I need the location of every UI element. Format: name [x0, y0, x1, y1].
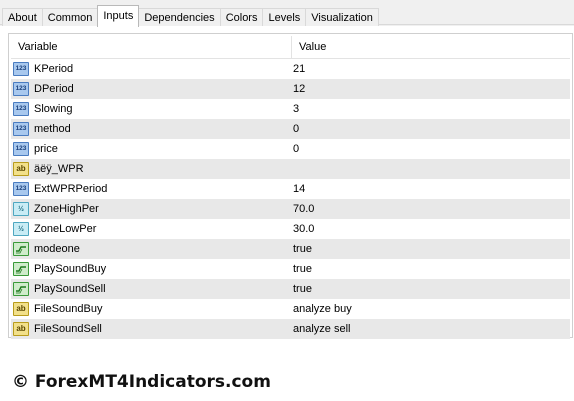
tab-bar: About Common Inputs Dependencies Colors Level… [0, 0, 574, 27]
value-cell[interactable]: true [292, 239, 570, 259]
double-icon: ½ [13, 222, 29, 236]
int-icon: 123 [13, 122, 29, 136]
value-cell[interactable]: 3 [292, 99, 570, 119]
string-icon: ab [13, 322, 29, 336]
variable-name: ZoneHighPer [34, 203, 99, 215]
int-icon: 123 [13, 102, 29, 116]
int-icon: 123 [13, 142, 29, 156]
value-cell[interactable]: 21 [292, 59, 570, 79]
variable-cell: ab FileSoundSell [11, 319, 292, 339]
variable-name: FileSoundBuy [34, 303, 103, 315]
variable-name: DPeriod [34, 83, 74, 95]
int-icon: 123 [13, 82, 29, 96]
variable-name: PlaySoundSell [34, 283, 106, 295]
tab-colors[interactable]: Colors [219, 8, 264, 26]
variable-cell: 123 KPeriod [11, 59, 292, 79]
value-cell[interactable]: true [292, 259, 570, 279]
variable-cell: ab äëÿ_WPR [11, 159, 292, 179]
watermark: © ForexMT4Indicators.com [12, 372, 271, 392]
tab-inputs[interactable]: Inputs [97, 5, 140, 27]
int-icon: 123 [13, 182, 29, 196]
variable-name: ZoneLowPer [34, 223, 97, 235]
variable-cell: PlaySoundBuy [11, 259, 292, 279]
table-row[interactable]: 123 price 0 [11, 139, 570, 159]
variable-cell: 123 Slowing [11, 99, 292, 119]
value-cell[interactable]: 70.0 [292, 199, 570, 219]
table-row[interactable]: ½ ZoneLowPer 30.0 [11, 219, 570, 239]
tab-visualization[interactable]: Visualization [305, 8, 379, 26]
table-body: 123 KPeriod 21 123 DPeriod 12 123 Slowing 3 123 me… [11, 59, 570, 339]
tab-dependencies[interactable]: Dependencies [138, 8, 221, 26]
table-row[interactable]: ab FileSoundBuy analyze buy [11, 299, 570, 319]
tab-list: About Common Inputs Dependencies Colors Level… [2, 4, 379, 27]
variable-name: FileSoundSell [34, 323, 102, 335]
table-row[interactable]: ½ ZoneHighPer 70.0 [11, 199, 570, 219]
variable-name: price [34, 143, 58, 155]
bool-icon [13, 262, 29, 276]
string-icon: ab [13, 162, 29, 176]
variable-name: äëÿ_WPR [34, 163, 84, 175]
variable-cell: 123 price [11, 139, 292, 159]
bool-icon [13, 242, 29, 256]
table-row[interactable]: 123 KPeriod 21 [11, 59, 570, 79]
int-icon: 123 [13, 62, 29, 76]
table-row[interactable]: PlaySoundBuy true [11, 259, 570, 279]
column-header-value[interactable]: Value [292, 36, 326, 58]
table-row[interactable]: 123 Slowing 3 [11, 99, 570, 119]
value-cell[interactable]: analyze buy [292, 299, 570, 319]
value-cell[interactable]: 0 [292, 139, 570, 159]
table-row[interactable]: 123 ExtWPRPeriod 14 [11, 179, 570, 199]
table-row[interactable]: PlaySoundSell true [11, 279, 570, 299]
table-header: Variable Value [11, 36, 570, 59]
variable-cell: ab FileSoundBuy [11, 299, 292, 319]
tab-about[interactable]: About [2, 8, 43, 26]
value-cell[interactable]: 14 [292, 179, 570, 199]
variable-cell: 123 ExtWPRPeriod [11, 179, 292, 199]
variable-name: ExtWPRPeriod [34, 183, 108, 195]
variable-name: method [34, 123, 71, 135]
variable-name: Slowing [34, 103, 73, 115]
variable-cell: modeone [11, 239, 292, 259]
variable-cell: 123 DPeriod [11, 79, 292, 99]
value-cell[interactable] [292, 159, 570, 179]
value-cell[interactable]: 30.0 [292, 219, 570, 239]
value-cell[interactable]: analyze sell [292, 319, 570, 339]
value-cell[interactable]: 12 [292, 79, 570, 99]
variable-name: KPeriod [34, 63, 74, 75]
inputs-table: Variable Value 123 KPeriod 21 123 DPeriod 12 1… [8, 33, 573, 339]
variable-name: modeone [34, 243, 80, 255]
variable-cell: 123 method [11, 119, 292, 139]
value-cell[interactable]: 0 [292, 119, 570, 139]
variable-cell: ½ ZoneLowPer [11, 219, 292, 239]
table-row[interactable]: ab äëÿ_WPR [11, 159, 570, 179]
string-icon: ab [13, 302, 29, 316]
value-cell[interactable]: true [292, 279, 570, 299]
tab-levels[interactable]: Levels [262, 8, 307, 26]
table-row[interactable]: 123 method 0 [11, 119, 570, 139]
double-icon: ½ [13, 202, 29, 216]
variable-cell: ½ ZoneHighPer [11, 199, 292, 219]
tab-common[interactable]: Common [41, 8, 99, 26]
variable-name: PlaySoundBuy [34, 263, 107, 275]
bool-icon [13, 282, 29, 296]
table-row[interactable]: ab FileSoundSell analyze sell [11, 319, 570, 339]
table-row[interactable]: 123 DPeriod 12 [11, 79, 570, 99]
variable-cell: PlaySoundSell [11, 279, 292, 299]
table-row[interactable]: modeone true [11, 239, 570, 259]
column-header-variable[interactable]: Variable [11, 36, 292, 58]
